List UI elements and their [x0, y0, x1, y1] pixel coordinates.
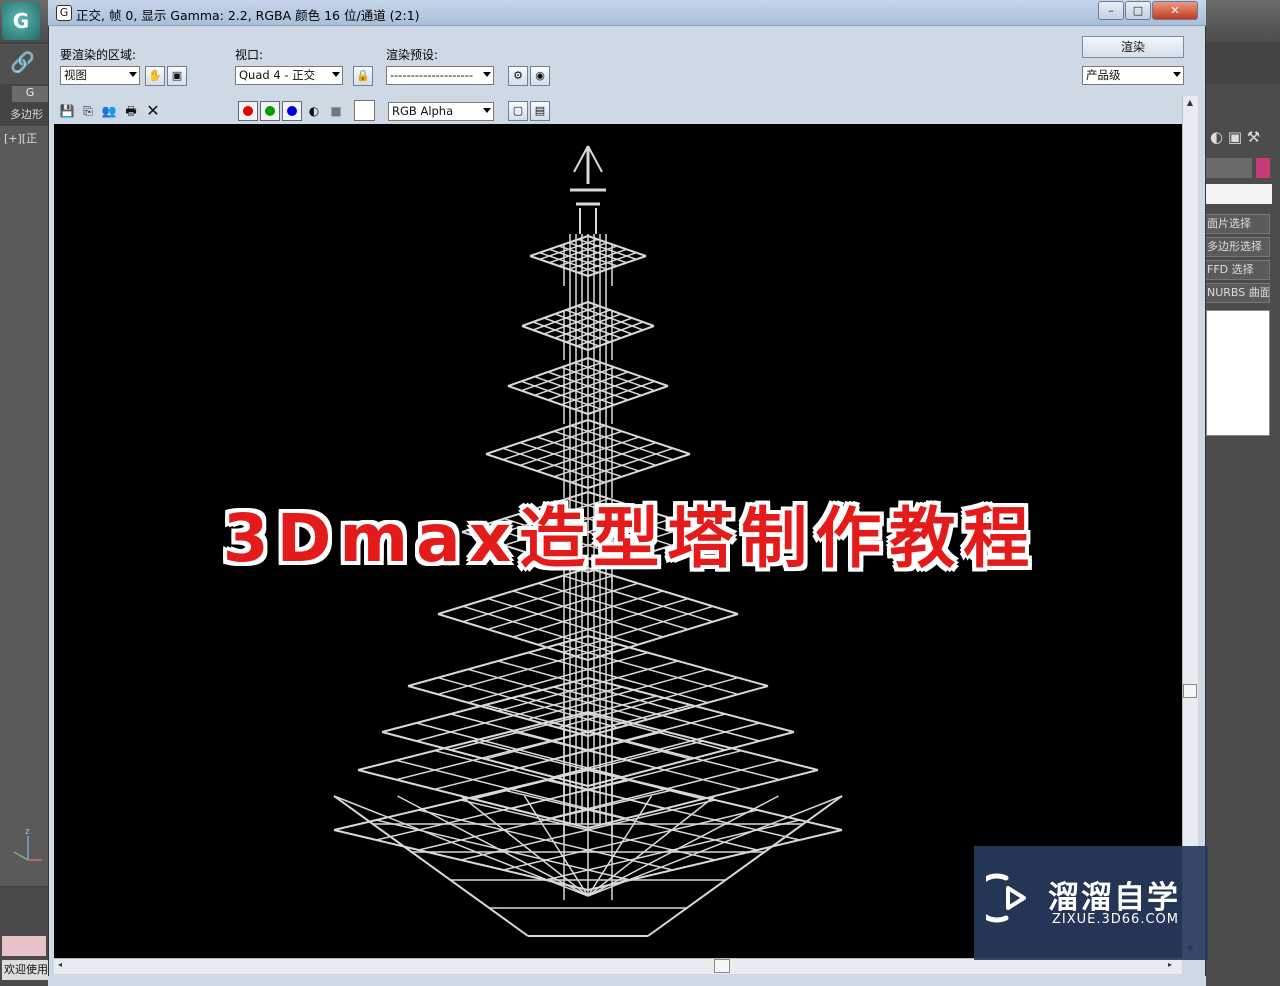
auto-region-icon[interactable]: ▣ [167, 66, 187, 86]
maximize-button[interactable]: □ [1125, 1, 1151, 20]
modifier-list-dropdown[interactable] [1206, 184, 1272, 204]
blue-channel-icon [287, 106, 297, 116]
scroll-left-icon[interactable]: ◂ [58, 960, 68, 972]
green-channel-toggle[interactable] [260, 101, 280, 121]
window-title: 正交, 帧 0, 显示 Gamma: 2.2, RGBA 颜色 16 位/通道 … [76, 8, 420, 23]
environment-effects-icon[interactable]: ◉ [530, 66, 550, 86]
modifier-button-patch-select[interactable]: 面片选择 [1204, 214, 1270, 234]
viewport-label[interactable]: [+][正 [4, 130, 50, 146]
vertical-scrollbar[interactable] [1182, 96, 1198, 958]
minimize-button[interactable]: – [1098, 1, 1124, 20]
modifier-button-ffd-select[interactable]: FFD 选择 [1204, 260, 1270, 280]
app-icon: G [56, 5, 72, 21]
render-button[interactable]: 渲染 [1082, 36, 1184, 58]
status-welcome-text: 欢迎使用 [2, 960, 50, 980]
render-preset-label: 渲染预设: [386, 48, 439, 62]
display-channel-dropdown[interactable]: RGB Alpha [388, 102, 494, 121]
area-to-render-dropdown[interactable]: 视图 [60, 66, 140, 85]
tutorial-title-overlay: 3Dmax造型塔制作教程 [222, 500, 1038, 577]
viewport-label: 视口: [235, 48, 264, 62]
area-to-render-label: 要渲染的区域: [60, 48, 137, 62]
viewport-dropdown[interactable]: Quad 4 - 正交 [235, 66, 343, 85]
copy-image-icon[interactable]: ⎘ [79, 102, 97, 120]
render-controls-panel [49, 27, 1205, 123]
app-ribbon-poly-label[interactable]: 多边形 [10, 106, 50, 122]
link-icon[interactable]: 🔗 [10, 50, 36, 76]
render-preset-dropdown[interactable]: -------------------- [386, 66, 494, 85]
print-image-icon[interactable]: 🖶 [122, 102, 140, 120]
color-swatch[interactable] [2, 936, 46, 956]
axis-gizmo-icon: z [10, 826, 44, 866]
toggle-ui-overlay-icon[interactable]: ▢ [508, 101, 528, 121]
modifier-button-poly-select[interactable]: 多边形选择 [1204, 237, 1270, 257]
modifier-button-nurbs-select[interactable]: NURBS 曲面选择 [1204, 283, 1270, 303]
command-panel-tabs[interactable]: ◐ ▣ ⚒ [1210, 128, 1276, 150]
horizontal-scrollbar[interactable] [54, 958, 1182, 974]
render-setup-icon[interactable]: ⚙ [508, 66, 528, 86]
alpha-channel-icon[interactable]: ◐ [305, 102, 323, 120]
monochrome-icon[interactable]: ■ [327, 102, 345, 120]
background-color-swatch[interactable] [354, 100, 375, 121]
clear-image-icon[interactable]: ✕ [144, 102, 162, 120]
modifier-stack-list[interactable] [1206, 310, 1270, 436]
vertical-scroll-thumb[interactable] [1183, 684, 1197, 698]
app-logo-icon[interactable]: G [2, 2, 40, 40]
edit-region-icon[interactable]: ✋ [145, 66, 165, 86]
object-name-field[interactable] [1206, 158, 1252, 178]
clone-window-icon[interactable]: 👥 [100, 102, 118, 120]
scroll-right-icon[interactable]: ▸ [1168, 960, 1178, 972]
red-channel-icon [243, 106, 253, 116]
object-color-swatch[interactable] [1256, 158, 1270, 178]
toggle-ui-icon[interactable]: ▤ [530, 101, 550, 121]
green-channel-icon [265, 106, 275, 116]
blue-channel-toggle[interactable] [282, 101, 302, 121]
horizontal-scroll-thumb[interactable] [714, 959, 730, 973]
svg-text:z: z [25, 827, 30, 837]
lock-viewport-icon[interactable]: 🔒 [353, 66, 373, 86]
watermark-play-logo-icon [986, 873, 1026, 923]
close-button[interactable]: ✕ [1152, 1, 1198, 20]
save-image-icon[interactable]: 💾 [58, 102, 76, 120]
red-channel-toggle[interactable] [238, 101, 258, 121]
app-viewport[interactable] [0, 126, 50, 886]
watermark-brand-name: 溜溜自学 [1048, 880, 1180, 916]
render-quality-dropdown[interactable]: 产品级 [1082, 66, 1184, 85]
watermark-url: ZIXUE.3D66.COM [1052, 912, 1179, 927]
window-bottom-border [48, 976, 1206, 986]
scroll-up-icon[interactable]: ▲ [1184, 98, 1196, 108]
app-ribbon-tab[interactable]: G [12, 86, 48, 102]
